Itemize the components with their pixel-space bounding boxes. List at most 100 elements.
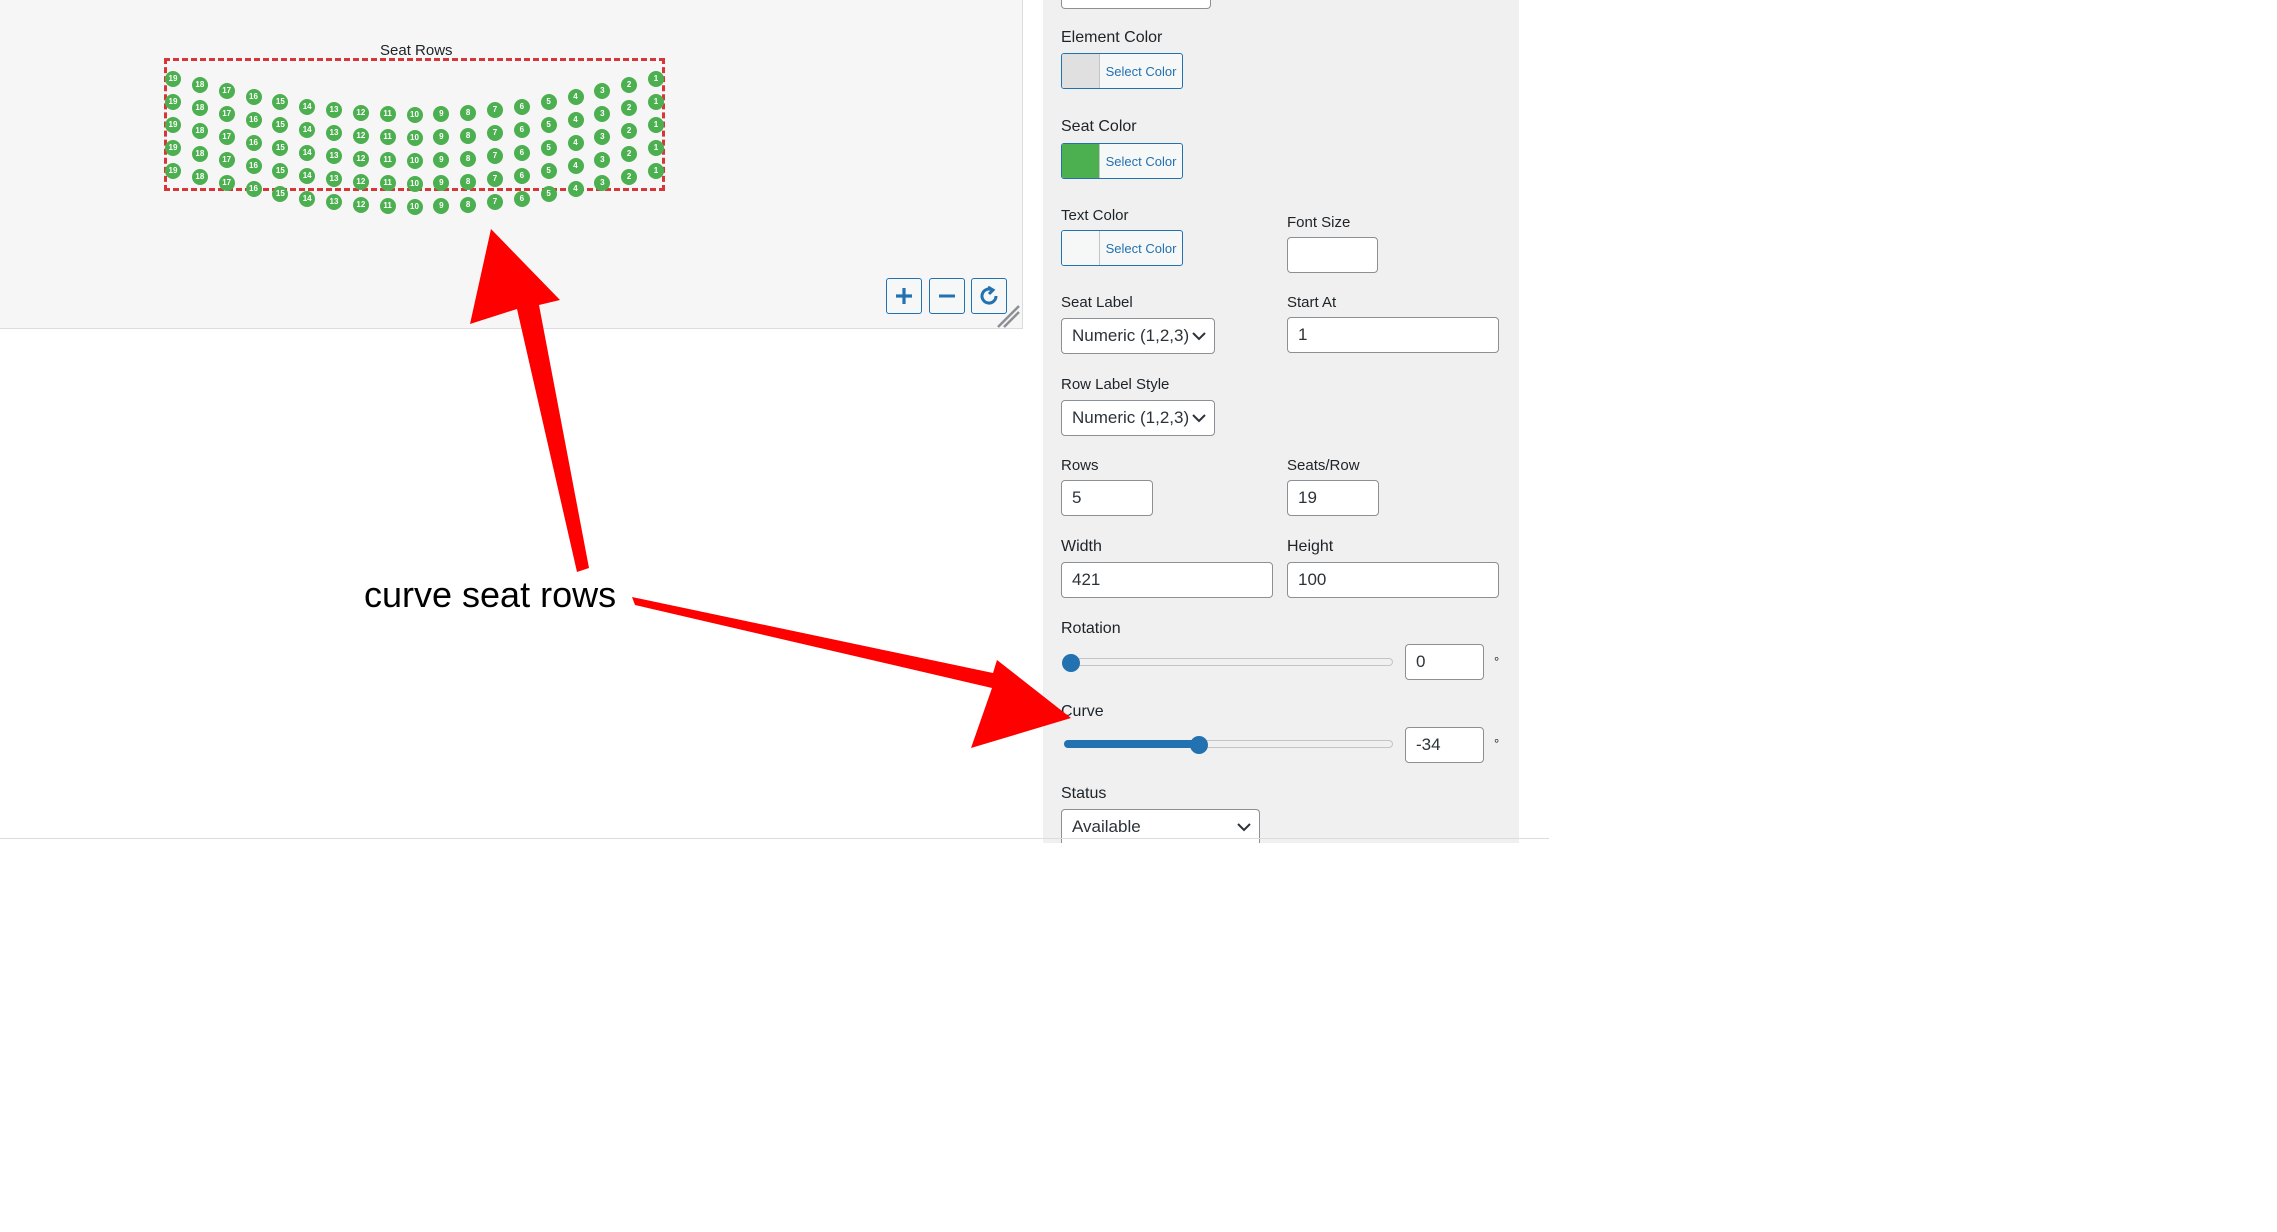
seat[interactable]: 15 bbox=[272, 163, 289, 180]
seat[interactable]: 7 bbox=[487, 148, 503, 165]
seat[interactable]: 2 bbox=[621, 77, 638, 94]
seat[interactable]: 11 bbox=[379, 198, 396, 215]
rotation-input[interactable]: 0 bbox=[1405, 644, 1484, 680]
seat[interactable]: 15 bbox=[272, 186, 289, 203]
seat[interactable]: 13 bbox=[326, 171, 342, 188]
seat-label-select[interactable]: Numeric (1,2,3) bbox=[1061, 318, 1215, 354]
seat[interactable]: 16 bbox=[245, 158, 262, 174]
seat[interactable]: 4 bbox=[567, 158, 584, 174]
seat[interactable]: 6 bbox=[513, 98, 530, 115]
seat[interactable]: 16 bbox=[245, 112, 262, 128]
seat[interactable]: 6 bbox=[513, 144, 530, 161]
seat[interactable]: 3 bbox=[594, 83, 611, 100]
seat[interactable]: 3 bbox=[594, 129, 611, 146]
seat[interactable]: 18 bbox=[191, 77, 208, 94]
seat[interactable]: 5 bbox=[540, 94, 557, 111]
seat[interactable]: 5 bbox=[540, 140, 557, 157]
seat[interactable]: 19 bbox=[165, 163, 181, 179]
seat[interactable]: 2 bbox=[621, 169, 638, 186]
seat[interactable]: 15 bbox=[272, 140, 289, 157]
seat[interactable]: 9 bbox=[433, 198, 450, 215]
seat[interactable]: 10 bbox=[406, 199, 423, 215]
seat[interactable]: 18 bbox=[191, 146, 208, 163]
seat[interactable]: 14 bbox=[299, 144, 316, 161]
rotation-slider-thumb[interactable] bbox=[1062, 654, 1080, 672]
seat-color-picker[interactable]: Select Color bbox=[1061, 143, 1183, 179]
seat[interactable]: 16 bbox=[245, 135, 262, 151]
seat[interactable]: 8 bbox=[460, 196, 477, 213]
seat[interactable]: 13 bbox=[326, 102, 342, 119]
seat[interactable]: 16 bbox=[245, 181, 262, 197]
seat[interactable]: 5 bbox=[540, 186, 557, 203]
seat[interactable]: 11 bbox=[379, 129, 396, 146]
seat[interactable]: 4 bbox=[567, 112, 584, 128]
seat[interactable]: 7 bbox=[487, 194, 503, 211]
row-label-style-select[interactable]: Numeric (1,2,3) bbox=[1061, 400, 1215, 436]
seat[interactable]: 12 bbox=[352, 150, 369, 167]
seat[interactable]: 18 bbox=[191, 169, 208, 186]
seat[interactable]: 14 bbox=[299, 167, 316, 184]
seat[interactable]: 8 bbox=[460, 150, 477, 167]
seat[interactable]: 18 bbox=[191, 123, 208, 140]
seat[interactable]: 17 bbox=[218, 152, 235, 169]
zoom-in-button[interactable] bbox=[886, 278, 922, 314]
seat[interactable]: 10 bbox=[406, 176, 423, 192]
seat[interactable]: 17 bbox=[218, 175, 235, 192]
seat[interactable]: 9 bbox=[433, 106, 450, 123]
curve-slider-thumb[interactable] bbox=[1189, 736, 1208, 754]
seat[interactable]: 19 bbox=[165, 94, 181, 110]
seat[interactable]: 8 bbox=[460, 104, 477, 121]
seat[interactable]: 13 bbox=[326, 125, 342, 142]
seat[interactable]: 11 bbox=[379, 175, 396, 192]
font-size-input[interactable] bbox=[1287, 237, 1378, 273]
seat[interactable]: 12 bbox=[352, 127, 369, 144]
seat[interactable]: 4 bbox=[567, 89, 584, 105]
seat[interactable]: 7 bbox=[487, 102, 503, 119]
seat[interactable]: 19 bbox=[165, 71, 181, 87]
seat[interactable]: 10 bbox=[406, 130, 423, 146]
seat[interactable]: 11 bbox=[379, 106, 396, 123]
resize-handle-icon[interactable] bbox=[995, 303, 1021, 329]
seat[interactable]: 6 bbox=[513, 167, 530, 184]
seat[interactable]: 17 bbox=[218, 106, 235, 123]
element-color-picker[interactable]: Select Color bbox=[1061, 53, 1183, 89]
start-at-input[interactable]: 1 bbox=[1287, 317, 1499, 353]
height-input[interactable]: 100 bbox=[1287, 562, 1499, 598]
seat[interactable]: 4 bbox=[567, 181, 584, 197]
seat[interactable]: 19 bbox=[165, 117, 181, 133]
seat[interactable]: 10 bbox=[406, 153, 423, 169]
seat[interactable]: 9 bbox=[433, 152, 450, 169]
seat[interactable]: 6 bbox=[513, 121, 530, 138]
seat[interactable]: 18 bbox=[191, 100, 208, 117]
seat[interactable]: 14 bbox=[299, 190, 316, 207]
seat[interactable]: 7 bbox=[487, 125, 503, 142]
width-input[interactable]: 421 bbox=[1061, 562, 1273, 598]
seat[interactable]: 2 bbox=[621, 146, 638, 163]
zoom-out-button[interactable] bbox=[929, 278, 965, 314]
seat[interactable]: 8 bbox=[460, 173, 477, 190]
seat[interactable]: 14 bbox=[299, 121, 316, 138]
seat[interactable]: 5 bbox=[540, 163, 557, 180]
seat[interactable]: 8 bbox=[460, 127, 477, 144]
seat[interactable]: 2 bbox=[621, 100, 638, 117]
seat[interactable]: 14 bbox=[299, 98, 316, 115]
seat[interactable]: 17 bbox=[218, 129, 235, 146]
seat[interactable]: 1 bbox=[648, 71, 664, 87]
seat[interactable]: 3 bbox=[594, 106, 611, 123]
seat[interactable]: 15 bbox=[272, 94, 289, 111]
seat[interactable]: 13 bbox=[326, 194, 342, 211]
seat[interactable]: 3 bbox=[594, 152, 611, 169]
seat[interactable]: 1 bbox=[648, 117, 664, 133]
seat[interactable]: 13 bbox=[326, 148, 342, 165]
rows-input[interactable]: 5 bbox=[1061, 480, 1153, 516]
text-color-picker[interactable]: Select Color bbox=[1061, 230, 1183, 266]
seat[interactable]: 11 bbox=[379, 152, 396, 169]
seat[interactable]: 9 bbox=[433, 129, 450, 146]
seat[interactable]: 5 bbox=[540, 117, 557, 134]
seat[interactable]: 12 bbox=[352, 173, 369, 190]
seat[interactable]: 2 bbox=[621, 123, 638, 140]
seat[interactable]: 12 bbox=[352, 196, 369, 213]
curve-input[interactable]: -34 bbox=[1405, 727, 1484, 763]
seat[interactable]: 10 bbox=[406, 107, 423, 123]
seat[interactable]: 15 bbox=[272, 117, 289, 134]
